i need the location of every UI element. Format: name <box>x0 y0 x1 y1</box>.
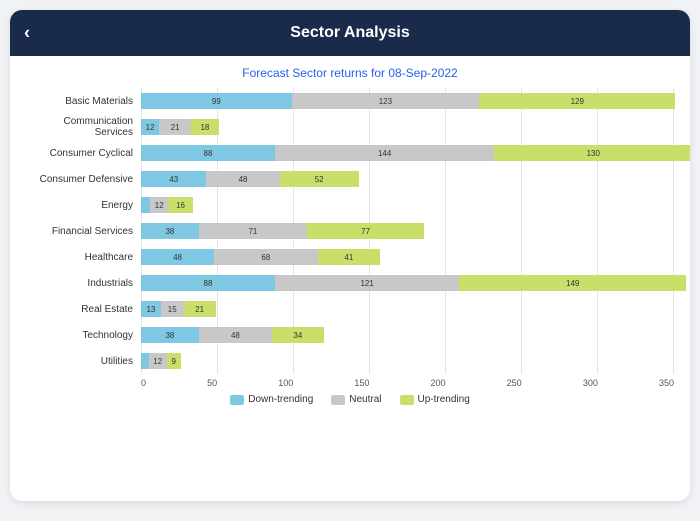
bar-segment-down: 48 <box>141 249 214 265</box>
legend-up: Up-trending <box>400 394 470 405</box>
sector-label: Real Estate <box>26 304 141 315</box>
main-card: ‹ Sector Analysis Forecast Sector return… <box>10 10 690 501</box>
table-row: Communication Services122118 <box>26 114 674 140</box>
table-row: Financial Services387177 <box>26 218 674 244</box>
bar-segment-down: 99 <box>141 93 292 109</box>
table-row: Technology384834 <box>26 322 674 348</box>
table-row: Utilities129 <box>26 348 674 374</box>
page-title: Sector Analysis <box>290 24 409 41</box>
bar-segment-down: 88 <box>141 145 275 161</box>
x-axis-label: 300 <box>583 378 598 388</box>
sector-label: Energy <box>26 200 141 211</box>
sector-label: Consumer Defensive <box>26 174 141 185</box>
bar-segment-down: 13 <box>141 301 161 317</box>
chart-wrapper: Basic Materials99123129Communication Ser… <box>26 88 674 374</box>
x-axis: 0 50 100 150 200 250 300 350 <box>141 378 674 388</box>
sector-label: Healthcare <box>26 252 141 263</box>
bar-segment-neutral: 21 <box>159 119 191 135</box>
chart-area: Forecast Sector returns for 08-Sep-2022 … <box>10 56 690 413</box>
legend: Down-trending Neutral Up-trending <box>26 394 674 405</box>
bar-segment-down: 88 <box>141 275 275 291</box>
sector-label: Utilities <box>26 356 141 367</box>
bar-segment-up: 149 <box>459 275 686 291</box>
legend-neutral: Neutral <box>331 394 381 405</box>
chart-subtitle: Forecast Sector returns for 08-Sep-2022 <box>26 66 674 80</box>
bar-segment-up: 18 <box>191 119 218 135</box>
bar-segment-up: 16 <box>168 197 192 213</box>
bar-segment-neutral: 68 <box>214 249 318 265</box>
bar-area: 384834 <box>141 327 674 343</box>
bar-segment-neutral: 12 <box>150 197 168 213</box>
sector-label: Basic Materials <box>26 96 141 107</box>
sector-label: Consumer Cyclical <box>26 148 141 159</box>
bar-area: 129 <box>141 353 674 369</box>
x-axis-label: 50 <box>207 378 217 388</box>
bar-segment-up: 129 <box>479 93 675 109</box>
bar-segment-neutral: 48 <box>206 171 279 187</box>
bar-segment-neutral: 48 <box>199 327 272 343</box>
bar-segment-up: 130 <box>494 145 690 161</box>
legend-down-icon <box>230 395 244 405</box>
bar-area: 486841 <box>141 249 674 265</box>
table-row: Industrials88121149 <box>26 270 674 296</box>
bar-area: 1216 <box>141 197 674 213</box>
bar-segment-down: 43 <box>141 171 206 187</box>
bar-segment-neutral: 15 <box>161 301 184 317</box>
bar-segment-up: 34 <box>272 327 324 343</box>
table-row: Consumer Defensive434852 <box>26 166 674 192</box>
x-axis-label: 100 <box>278 378 293 388</box>
bar-segment-up: 9 <box>167 353 181 369</box>
bar-segment-up: 41 <box>318 249 380 265</box>
bar-segment-down <box>141 197 150 213</box>
bar-segment-down: 12 <box>141 119 159 135</box>
bar-area: 99123129 <box>141 93 675 109</box>
sector-label: Communication Services <box>26 116 141 138</box>
table-row: Real Estate131521 <box>26 296 674 322</box>
bar-segment-up: 21 <box>184 301 216 317</box>
bar-area: 88144130 <box>141 145 690 161</box>
bar-segment-up: 52 <box>280 171 359 187</box>
legend-up-label: Up-trending <box>418 394 470 405</box>
bar-area: 131521 <box>141 301 674 317</box>
bar-area: 88121149 <box>141 275 686 291</box>
bar-area: 122118 <box>141 119 674 135</box>
legend-down: Down-trending <box>230 394 313 405</box>
sector-label: Financial Services <box>26 226 141 237</box>
bar-segment-down: 38 <box>141 327 199 343</box>
bar-segment-neutral: 144 <box>275 145 494 161</box>
bar-segment-down <box>141 353 149 369</box>
bar-segment-up: 77 <box>307 223 424 239</box>
legend-up-icon <box>400 395 414 405</box>
bar-segment-neutral: 12 <box>149 353 167 369</box>
x-axis-label: 150 <box>354 378 369 388</box>
table-row: Healthcare486841 <box>26 244 674 270</box>
page-header: ‹ Sector Analysis <box>10 10 690 56</box>
bar-segment-neutral: 121 <box>275 275 459 291</box>
legend-down-label: Down-trending <box>248 394 313 405</box>
x-axis-label: 200 <box>431 378 446 388</box>
back-button[interactable]: ‹ <box>24 23 30 44</box>
sector-label: Technology <box>26 330 141 341</box>
bar-segment-down: 38 <box>141 223 199 239</box>
bar-area: 434852 <box>141 171 674 187</box>
x-axis-label: 0 <box>141 378 146 388</box>
table-row: Basic Materials99123129 <box>26 88 674 114</box>
x-axis-row: 0 50 100 150 200 250 300 350 <box>26 378 674 388</box>
table-row: Consumer Cyclical88144130 <box>26 140 674 166</box>
bar-segment-neutral: 123 <box>292 93 479 109</box>
sector-label: Industrials <box>26 278 141 289</box>
legend-neutral-icon <box>331 395 345 405</box>
bar-segment-neutral: 71 <box>199 223 307 239</box>
table-row: Energy1216 <box>26 192 674 218</box>
x-axis-label: 250 <box>507 378 522 388</box>
bars-stack: Basic Materials99123129Communication Ser… <box>26 88 674 374</box>
x-axis-label: 350 <box>659 378 674 388</box>
bar-area: 387177 <box>141 223 674 239</box>
legend-neutral-label: Neutral <box>349 394 381 405</box>
